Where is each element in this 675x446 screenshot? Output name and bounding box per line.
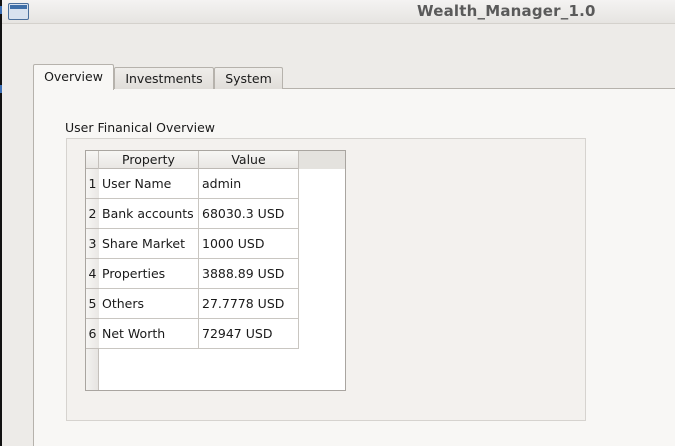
table-cell-value[interactable]: 3888.89 USD [199,259,299,289]
title-bar[interactable]: Wealth_Manager_1.0 [2,0,675,24]
table-cell-property[interactable]: User Name [99,169,199,199]
table-cell-property[interactable]: Net Worth [99,319,199,349]
edge-marker [0,85,2,93]
row-header[interactable]: 6 [86,319,99,349]
row-header[interactable]: 3 [86,229,99,259]
overview-table[interactable]: Property Value 1 2 3 4 5 6 User Name adm… [85,150,346,391]
table-cell-value[interactable]: 1000 USD [199,229,299,259]
app-window: Wealth_Manager_1.0 Overview Investments … [0,0,675,446]
group-title: User Finanical Overview [65,120,216,135]
header-filler [299,151,345,169]
table-cell-property[interactable]: Properties [99,259,199,289]
desktop-edge [0,0,2,446]
row-header[interactable]: 2 [86,199,99,229]
app-window-icon[interactable] [8,3,29,20]
table-cell-property[interactable]: Share Market [99,229,199,259]
column-header-value[interactable]: Value [199,151,299,169]
table-cell-value[interactable]: 68030.3 USD [199,199,299,229]
row-header-column: 1 2 3 4 5 6 [86,169,99,390]
tab-system[interactable]: System [214,67,283,89]
table-cell-value[interactable]: 72947 USD [199,319,299,349]
row-header[interactable]: 5 [86,289,99,319]
row-header[interactable]: 1 [86,169,99,199]
tab-investments[interactable]: Investments [114,67,214,89]
column-header-property[interactable]: Property [99,151,199,169]
table-cell-value[interactable]: 27.7778 USD [199,289,299,319]
tab-overview[interactable]: Overview [33,64,114,90]
table-cell-value[interactable]: admin [199,169,299,199]
table-cell-property[interactable]: Bank accounts [99,199,199,229]
table-cell-property[interactable]: Others [99,289,199,319]
table-corner-button[interactable] [86,151,99,169]
row-header[interactable]: 4 [86,259,99,289]
window-title: Wealth_Manager_1.0 [417,2,596,20]
table-header-row: Property Value [86,151,345,169]
